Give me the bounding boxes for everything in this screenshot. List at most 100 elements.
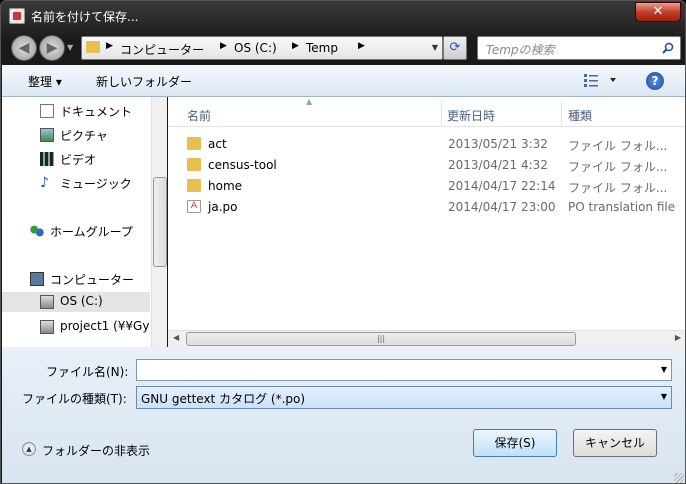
file-row[interactable]: census-tool 2013/04/21 4:32 ファイル フォル... [168, 155, 685, 176]
chevron-down-icon[interactable]: ▼ [661, 392, 667, 401]
organize-menu[interactable]: 整理 ▾ [28, 73, 62, 90]
chevron-down-icon[interactable]: ▼ [661, 365, 667, 374]
music-icon: ♪ [40, 175, 49, 191]
column-name[interactable]: 名前 [187, 107, 211, 124]
nav-label: project1 (¥¥Gya [60, 319, 150, 333]
address-dropdown-icon[interactable]: ▼ [432, 43, 438, 52]
nav-label: OS (C:) [60, 294, 103, 308]
nav-item-videos[interactable]: ビデオ [2, 149, 150, 169]
save-panel: ファイル名(N): ▼ ファイルの種類(T): GNU gettext カタログ… [2, 347, 685, 483]
file-name: ja.po [208, 200, 238, 214]
column-header: ▲ 名前 更新日時 種類 [168, 97, 685, 127]
network-drive-icon [40, 320, 54, 334]
homegroup-icon [30, 224, 44, 238]
document-icon [40, 104, 54, 118]
folder-icon [187, 179, 201, 192]
title-bar[interactable]: 名前を付けて保存... ✕ [1, 1, 685, 31]
nav-label: ミュージック [60, 177, 132, 191]
column-date[interactable]: 更新日時 [447, 107, 495, 124]
horizontal-scrollbar[interactable]: ◀ ||| ▶ [168, 330, 685, 347]
search-placeholder: Tempの検索 [486, 43, 555, 57]
save-dialog: 名前を付けて保存... ✕ ◀ ▶ ▼ ▶ コンピューター ▶ OS (C:) … [0, 0, 686, 484]
filetype-select[interactable]: GNU gettext カタログ (*.po) ▼ [136, 386, 672, 409]
file-date: 2013/04/21 4:32 [448, 158, 548, 172]
file-date: 2013/05/21 3:32 [448, 137, 548, 151]
file-name: home [208, 179, 243, 193]
cancel-button[interactable]: キャンセル [573, 429, 657, 457]
search-input[interactable]: Tempの検索 [477, 36, 681, 60]
breadcrumb-separator-icon[interactable]: ▶ [358, 41, 365, 51]
close-button[interactable]: ✕ [635, 2, 681, 22]
video-icon [40, 152, 54, 166]
help-icon[interactable]: ? [646, 72, 664, 90]
file-type: ファイル フォル... [568, 139, 668, 153]
file-row[interactable]: home 2014/04/17 22:14 ファイル フォル... [168, 176, 685, 197]
nav-item-homegroup[interactable]: ホームグループ [2, 221, 150, 241]
file-name: census-tool [208, 158, 277, 172]
breadcrumb-separator-icon[interactable]: ▶ [292, 41, 299, 51]
filetype-value: GNU gettext カタログ (*.po) [141, 392, 306, 406]
nav-item-music[interactable]: ♪ ミュージック [2, 173, 150, 193]
nav-item-os-c[interactable]: OS (C:) [2, 292, 150, 312]
filename-label: ファイル名(N): [46, 365, 129, 379]
navigation-pane: ドキュメント ピクチャ ビデオ ♪ ミュージック ホームグループ コンピューター… [2, 97, 167, 347]
navigation-bar: ◀ ▶ ▼ ▶ コンピューター ▶ OS (C:) ▶ Temp ▶ ▼ ⟳ T… [7, 33, 681, 63]
folder-icon [187, 158, 201, 171]
file-row[interactable]: act 2013/05/21 3:32 ファイル フォル... [168, 134, 685, 155]
nav-label: コンピューター [50, 273, 135, 287]
address-bar[interactable]: ▶ コンピューター ▶ OS (C:) ▶ Temp ▶ ▼ [81, 36, 443, 60]
nav-item-documents[interactable]: ドキュメント [2, 101, 150, 121]
file-type: PO translation file [568, 200, 676, 214]
file-name: act [208, 137, 227, 151]
nav-item-computer[interactable]: コンピューター [2, 269, 150, 289]
file-type: ファイル フォル... [568, 160, 668, 174]
column-type[interactable]: 種類 [568, 107, 592, 124]
column-divider[interactable] [441, 101, 442, 125]
breadcrumb-separator-icon[interactable]: ▶ [220, 41, 227, 51]
recent-pages-dropdown-icon[interactable]: ▼ [67, 43, 73, 52]
horizontal-scroll-thumb[interactable]: ||| [186, 332, 576, 346]
nav-scroll-thumb[interactable] [153, 177, 167, 267]
view-icon [584, 74, 616, 87]
breadcrumb-separator-icon[interactable]: ▶ [106, 41, 113, 51]
drive-icon [40, 295, 54, 309]
refresh-button[interactable]: ⟳ [443, 36, 467, 60]
folder-icon [86, 41, 100, 53]
picture-icon [40, 128, 54, 142]
scroll-right-icon[interactable]: ▶ [675, 333, 681, 342]
nav-item-project1[interactable]: project1 (¥¥Gya [2, 317, 150, 337]
breadcrumb-computer[interactable]: コンピューター [120, 41, 204, 58]
forward-button[interactable]: ▶ [39, 35, 65, 61]
collapse-icon: ▲ [22, 442, 36, 456]
nav-item-pictures[interactable]: ピクチャ [2, 125, 150, 145]
column-divider[interactable] [561, 101, 562, 125]
filetype-label: ファイルの種類(T): [22, 392, 127, 406]
search-icon[interactable] [662, 42, 674, 54]
save-button[interactable]: 保存(S) [473, 429, 557, 457]
resize-grip[interactable] [674, 473, 684, 483]
app-icon [9, 8, 25, 24]
breadcrumb-os-c[interactable]: OS (C:) [234, 41, 277, 55]
filename-input[interactable]: ▼ [136, 359, 672, 381]
command-bar: 整理 ▾ 新しいフォルダー ? [2, 65, 685, 97]
nav-label: ホームグループ [50, 225, 133, 239]
view-options-button[interactable] [584, 73, 618, 90]
nav-scrollbar[interactable] [151, 97, 167, 347]
scroll-left-icon[interactable]: ◀ [173, 333, 179, 342]
file-type: ファイル フォル... [568, 181, 668, 195]
new-folder-button[interactable]: 新しいフォルダー [96, 73, 192, 90]
computer-icon [30, 272, 44, 286]
file-list: ▲ 名前 更新日時 種類 act 2013/05/21 3:32 ファイル フォ… [168, 97, 685, 347]
nav-label: ピクチャ [60, 129, 108, 143]
back-button[interactable]: ◀ [11, 35, 37, 61]
file-row[interactable]: A ja.po 2014/04/17 23:00 PO translation … [168, 197, 685, 218]
sort-arrow-icon: ▲ [306, 97, 313, 106]
po-file-icon: A [187, 200, 201, 213]
nav-label: ビデオ [60, 153, 97, 167]
folder-icon [187, 137, 201, 150]
breadcrumb-temp[interactable]: Temp [306, 41, 338, 55]
nav-label: ドキュメント [60, 105, 133, 119]
file-date: 2014/04/17 22:14 [448, 179, 556, 193]
window-title: 名前を付けて保存... [31, 10, 139, 24]
file-date: 2014/04/17 23:00 [448, 200, 556, 214]
